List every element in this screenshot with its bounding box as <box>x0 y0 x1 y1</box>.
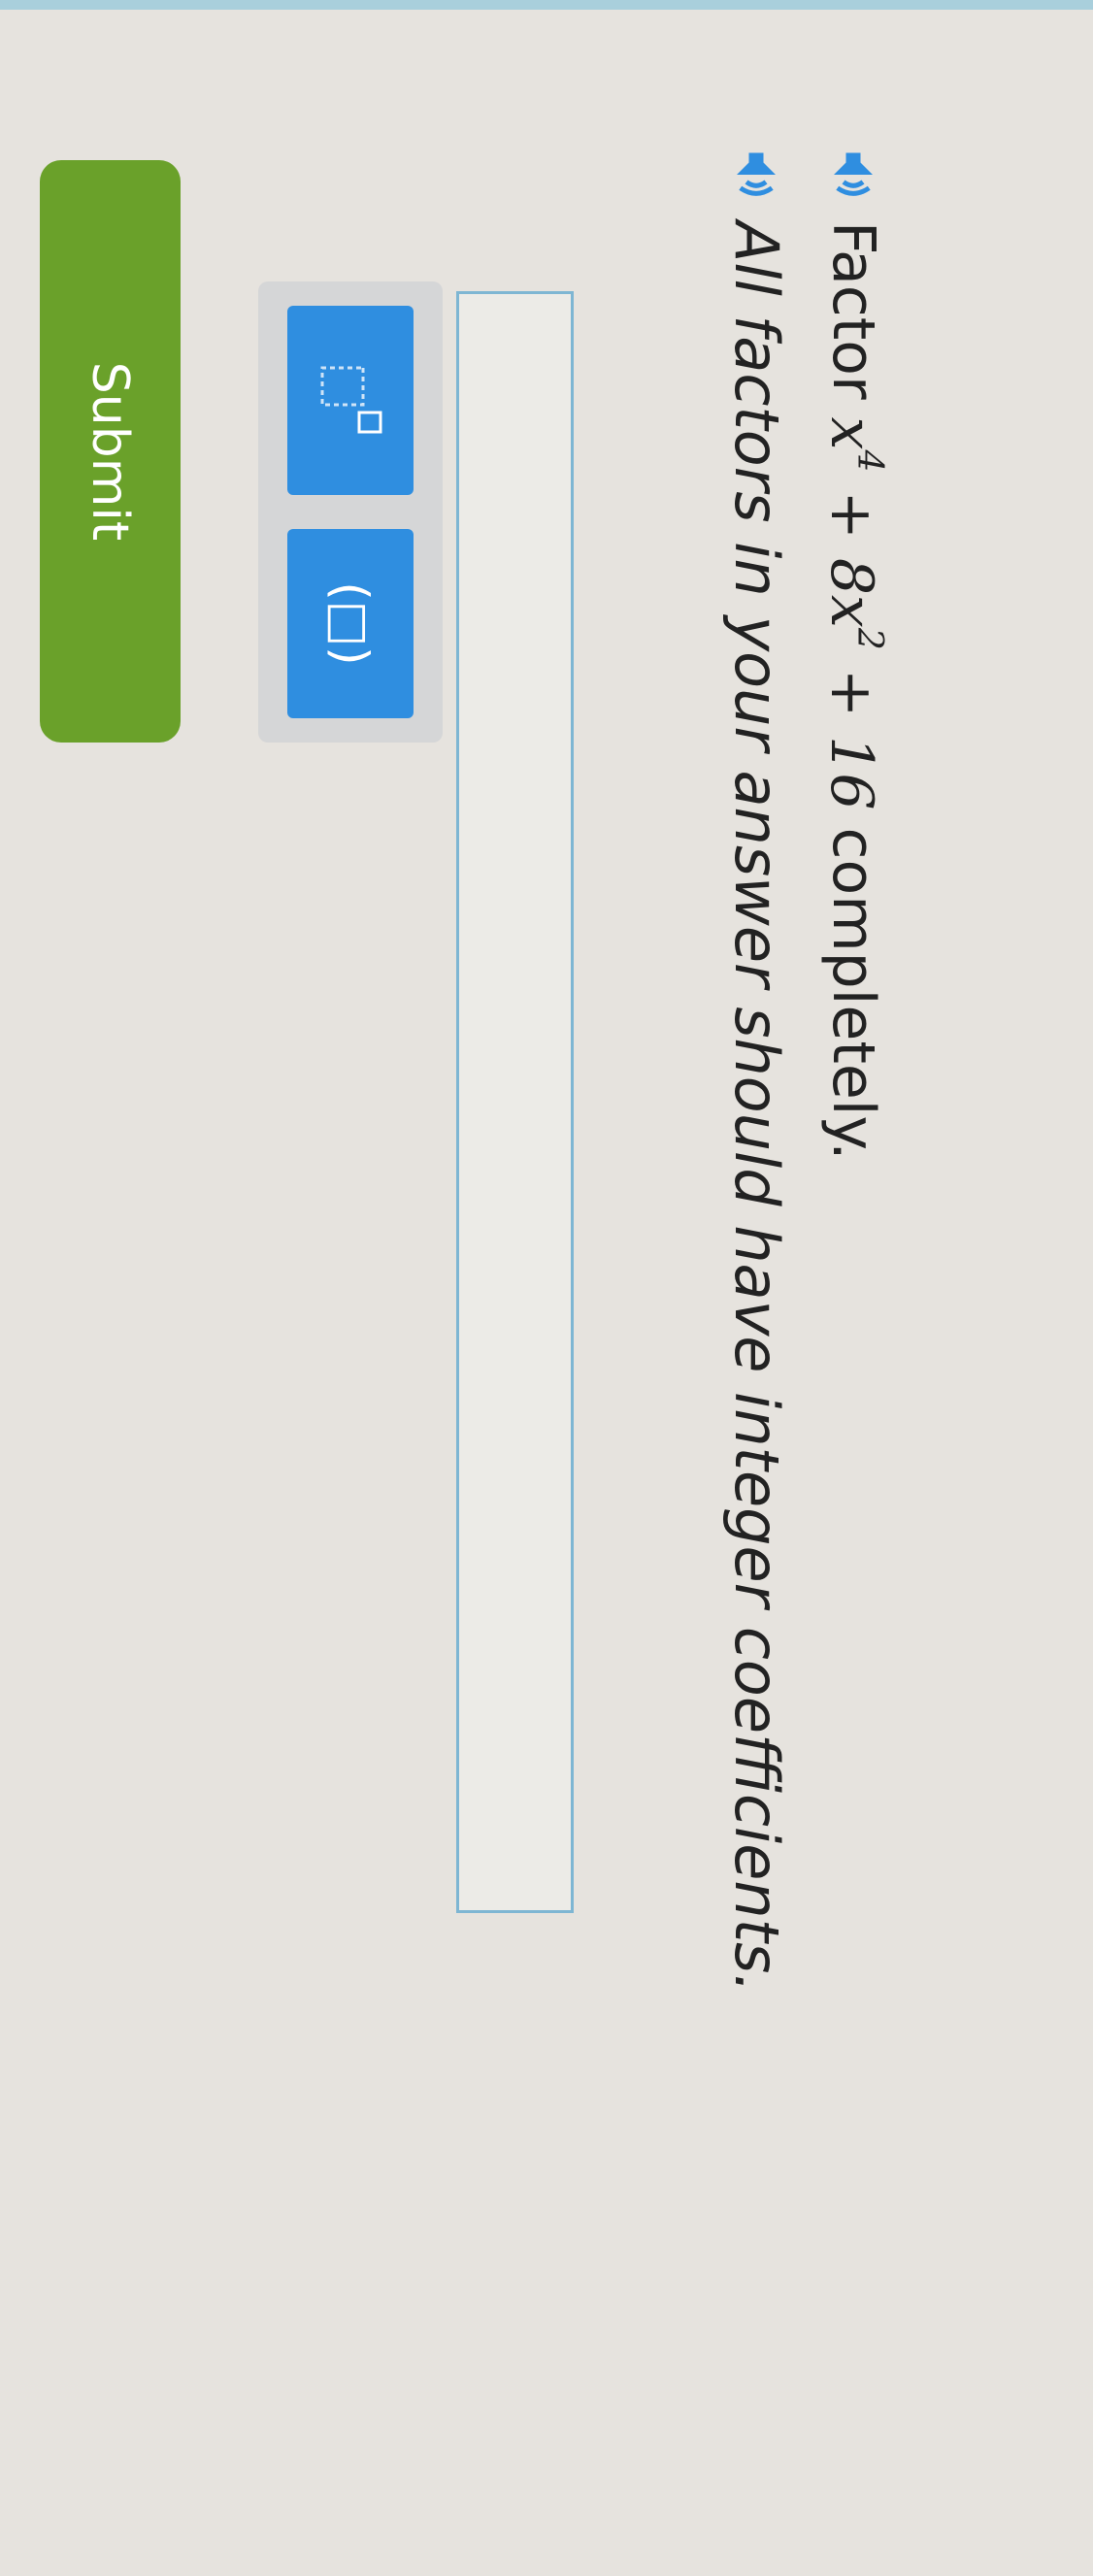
polynomial-expression: x4 + 8x2 + 16 <box>817 417 889 810</box>
submit-button[interactable]: Submit <box>40 160 181 743</box>
speaker-icon[interactable] <box>824 146 882 204</box>
question-line: Factor x4 + 8x2 + 16 completely. <box>817 146 889 1160</box>
question-suffix: completely. <box>819 827 887 1161</box>
term-1: x <box>817 416 885 450</box>
assessment-view: Factor x4 + 8x2 + 16 completely. All fac… <box>0 0 1093 2576</box>
speaker-icon[interactable] <box>728 146 786 204</box>
answer-input[interactable] <box>456 291 574 1913</box>
instruction-line: All factors in your answer should have i… <box>721 146 792 1993</box>
term-2-exponent: 2 <box>849 627 889 650</box>
parentheses-label: (□) <box>322 581 379 666</box>
math-toolbar: (□) <box>258 281 443 743</box>
exponent-button[interactable] <box>287 306 414 495</box>
parentheses-button[interactable]: (□) <box>287 529 414 718</box>
term-2: + 8x <box>817 472 885 628</box>
exponent-template-icon <box>320 366 382 433</box>
term-3: + 16 <box>817 649 885 810</box>
question-prefix: Factor <box>819 221 887 400</box>
instruction-text: All factors in your answer should have i… <box>721 221 792 1994</box>
term-1-exponent: 4 <box>849 449 889 473</box>
